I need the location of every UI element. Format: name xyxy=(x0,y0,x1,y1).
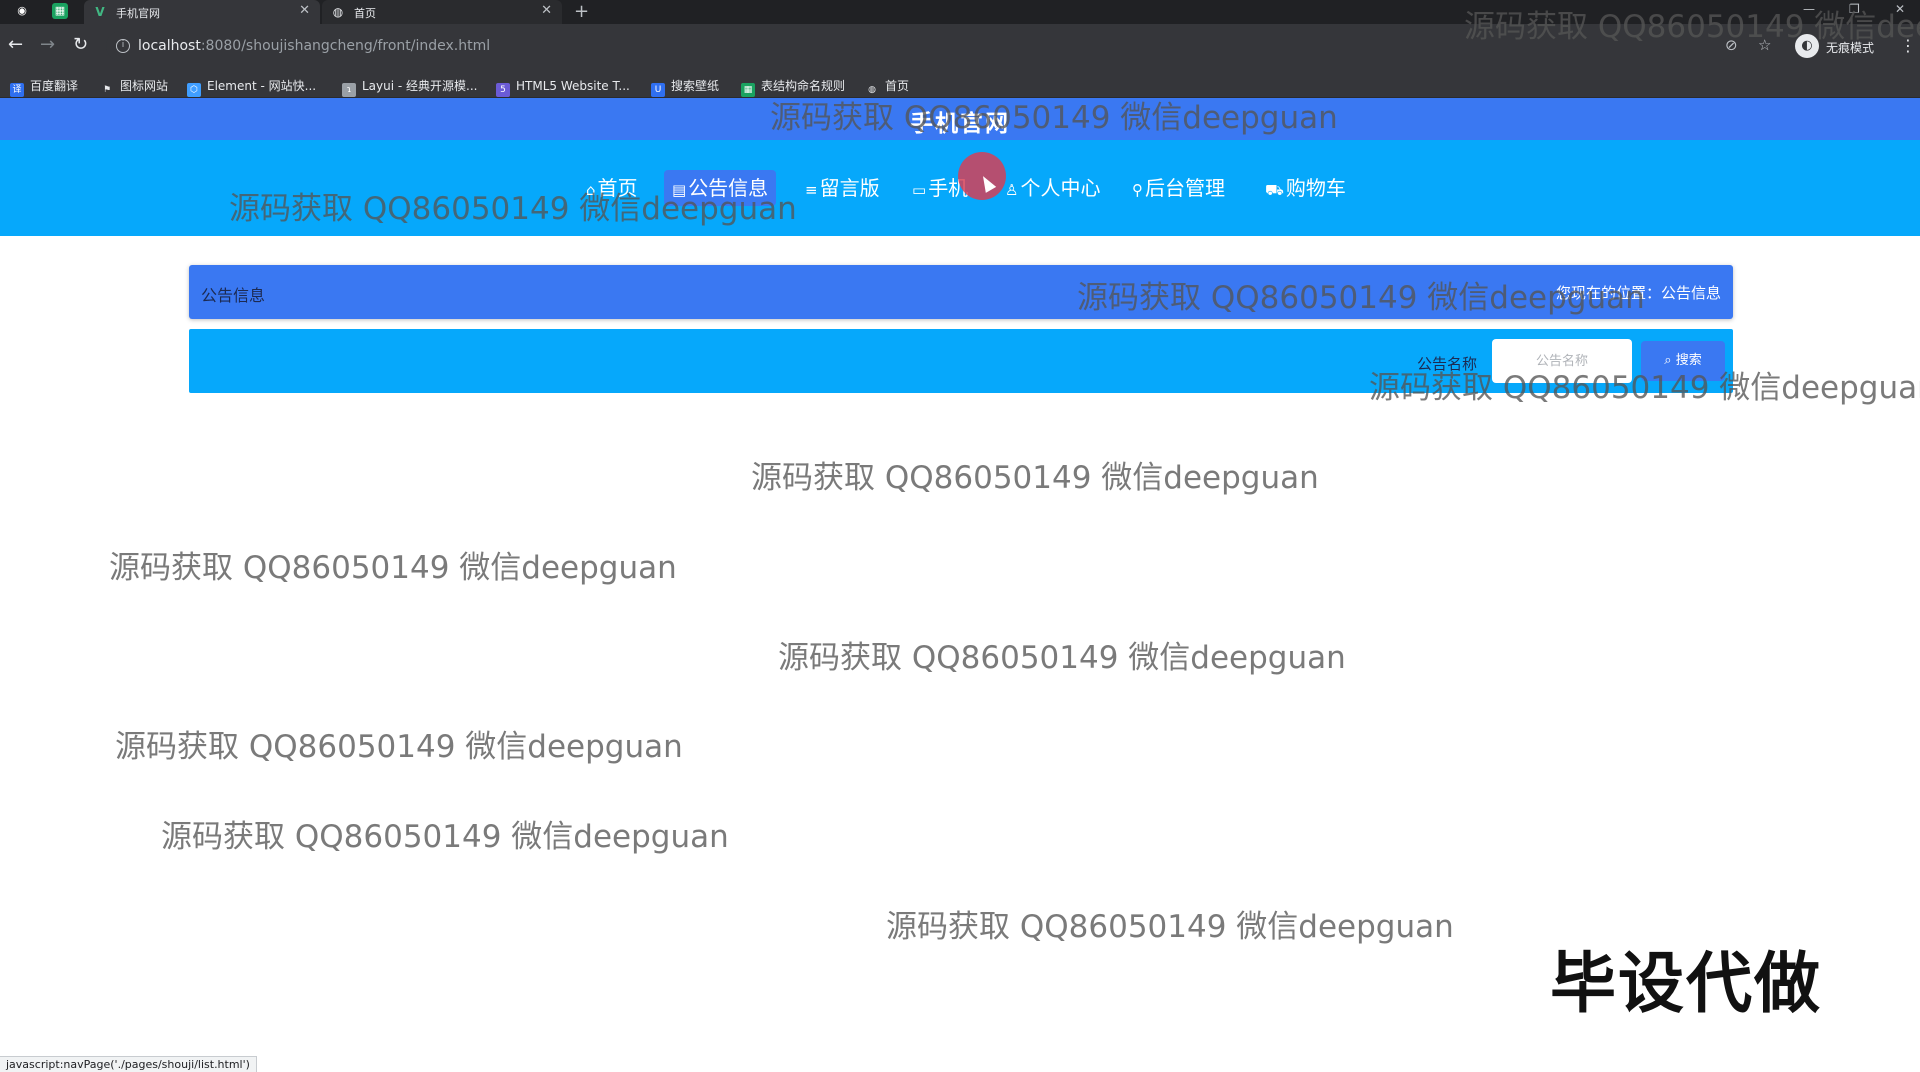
main-nav: ⌂ 首页 ▤ 公告信息 ≡ 留言版 ▭ 手机 ♙ 个人中心 ⚲ 后台管理 ⛟ 购物车 xyxy=(0,140,1920,236)
info-icon[interactable]: i xyxy=(116,39,130,53)
wallpaper-icon: U xyxy=(651,83,665,97)
nav-item[interactable]: ⚲ 后台管理 xyxy=(1124,170,1233,206)
watermark-text: 源码获取 QQ86050149 微信deepguan xyxy=(751,460,1319,496)
forward-button[interactable]: → xyxy=(40,35,55,55)
nav-item[interactable]: ⛟ 购物车 xyxy=(1257,170,1354,206)
incognito-label[interactable]: 无痕模式 xyxy=(1826,39,1874,56)
link-icon: ⚲ xyxy=(1132,181,1143,199)
breadcrumb: 您现在的位置：公告信息 xyxy=(1555,284,1721,302)
browser-menu-icon[interactable]: ◉ xyxy=(14,3,30,19)
close-window-button[interactable]: ✕ xyxy=(1895,2,1905,16)
bookmark-item[interactable]: 5 HTML5 Website T... xyxy=(496,75,630,97)
address-bar[interactable]: i localhost:8080/shoujishangcheng/front/… xyxy=(106,31,1732,61)
flag-icon: ⚑ xyxy=(102,85,112,95)
sheet-app-icon[interactable]: ▦ xyxy=(52,3,68,19)
search-bar: 公告名称 ⌕ 搜索 xyxy=(189,329,1733,393)
close-icon[interactable]: ✕ xyxy=(541,3,552,18)
home-icon: ⌂ xyxy=(586,181,596,199)
bookmark-label: HTML5 Website T... xyxy=(516,79,630,93)
message-icon: ≡ xyxy=(805,181,818,199)
bookmark-label: 首页 xyxy=(885,79,910,93)
tab-shouye[interactable]: ◍ 首页 ✕ xyxy=(322,0,562,24)
bookmark-label: 图标网站 xyxy=(120,79,169,93)
nav-label: 公告信息 xyxy=(688,176,769,200)
browser-toolbar: ← → ↻ i localhost:8080/shoujishangcheng/… xyxy=(0,24,1920,68)
search-button[interactable]: ⌕ 搜索 xyxy=(1641,341,1725,381)
browser-tab-strip: ◉ ▦ V 手机官网 ✕ ◍ 首页 ✕ + — ❐ ✕ xyxy=(0,0,1920,24)
search-label: 公告名称 xyxy=(1417,355,1478,373)
bookmark-label: Element - 网站快... xyxy=(207,79,317,93)
vue-icon: V xyxy=(95,5,105,19)
bookmark-item[interactable]: 译百度翻译 xyxy=(10,75,79,97)
nav-label: 首页 xyxy=(597,176,638,200)
watermark-text: 源码获取 QQ86050149 微信deepguan xyxy=(109,550,677,586)
bookmark-item[interactable]: ▦ 表结构命名规则 xyxy=(741,75,846,97)
globe-icon: ◍ xyxy=(332,5,344,19)
tab-shouji-guanwang[interactable]: V 手机官网 ✕ xyxy=(84,0,320,24)
eye-off-icon[interactable]: ⊘ xyxy=(1725,36,1738,54)
nav-label: 个人中心 xyxy=(1020,176,1101,200)
bookmark-item[interactable]: ⬡ Element - 网站快... xyxy=(187,75,317,97)
bookmark-label: 搜索壁纸 xyxy=(671,79,720,93)
browser-menu-button[interactable]: ⋮ xyxy=(1900,36,1916,55)
watermark-text: 源码获取 QQ86050149 微信deepguan xyxy=(886,909,1454,945)
bookmark-label: Layui - 经典开源模... xyxy=(362,79,478,93)
search-icon: ⌕ xyxy=(1664,353,1672,368)
reload-button[interactable]: ↻ xyxy=(73,35,88,55)
user-icon: ♙ xyxy=(1005,181,1019,199)
star-icon[interactable]: ☆ xyxy=(1758,36,1771,54)
book-icon: ▭ xyxy=(912,181,927,199)
restore-button[interactable]: ❐ xyxy=(1849,2,1860,16)
bookmark-label: 表结构命名规则 xyxy=(761,79,846,93)
layui-icon: ɿ xyxy=(342,83,356,97)
search-input[interactable] xyxy=(1492,339,1632,383)
bookmark-item[interactable]: ɿ Layui - 经典开源模... xyxy=(342,75,478,97)
bookmark-item[interactable]: U 搜索壁纸 xyxy=(651,75,720,97)
cart-icon: ⛟ xyxy=(1265,181,1284,199)
bookmark-item[interactable]: ⚑ 图标网站 xyxy=(100,75,169,95)
nav-label: 购物车 xyxy=(1285,176,1346,200)
watermark-text: 源码获取 QQ86050149 微信deepguan xyxy=(778,640,1346,676)
tab-title: 首页 xyxy=(354,7,376,20)
url-text[interactable]: localhost:8080/shoujishangcheng/front/in… xyxy=(138,38,490,54)
html5-icon: 5 xyxy=(496,83,510,97)
status-url: javascript:navPage('./pages/shouji/list.… xyxy=(0,1056,257,1072)
notice-header: 公告信息 您现在的位置：公告信息 xyxy=(189,265,1733,319)
incognito-icon[interactable]: ◐ xyxy=(1795,34,1819,58)
notice-title: 公告信息 xyxy=(201,286,266,305)
watermark-text: 源码获取 QQ86050149 微信deepguan xyxy=(115,729,683,765)
element-icon: ⬡ xyxy=(187,83,201,97)
site-title-bar: 手机官网 xyxy=(0,98,1920,140)
minimize-button[interactable]: — xyxy=(1803,2,1815,16)
new-tab-button[interactable]: + xyxy=(574,1,589,23)
nav-item[interactable]: ♙ 个人中心 xyxy=(997,170,1108,206)
watermark-text: 源码获取 QQ86050149 微信deepguan xyxy=(161,819,729,855)
bookmark-item[interactable]: ◍ 首页 xyxy=(865,75,910,95)
nav-item[interactable]: ≡ 留言版 xyxy=(797,170,888,206)
site-title: 手机官网 xyxy=(910,111,1010,137)
search-button-label: 搜索 xyxy=(1675,353,1702,368)
notice-icon: ▤ xyxy=(672,181,687,199)
nav-item[interactable]: ⌂ 首页 xyxy=(578,170,646,206)
back-button[interactable]: ← xyxy=(8,35,23,55)
bookmark-label: 百度翻译 xyxy=(30,79,79,93)
nav-item[interactable]: ▤ 公告信息 xyxy=(664,170,777,206)
globe-icon: ◍ xyxy=(868,85,876,95)
close-icon[interactable]: ✕ xyxy=(299,3,310,18)
baidu-translate-icon: 译 xyxy=(10,83,24,97)
nav-label: 留言版 xyxy=(819,176,880,200)
nav-label: 后台管理 xyxy=(1145,176,1225,200)
sheet-icon: ▦ xyxy=(741,83,755,97)
tab-title: 手机官网 xyxy=(116,7,160,20)
screen: ◉ ▦ V 手机官网 ✕ ◍ 首页 ✕ + — ❐ ✕ ← → ↻ i loca… xyxy=(0,0,1920,1072)
promo-text: 毕设代做 xyxy=(1550,945,1822,1022)
bookmarks-bar: 译百度翻译 ⚑ 图标网站 ⬡ Element - 网站快... ɿ Layui - 经典开源… xyxy=(0,68,1920,98)
